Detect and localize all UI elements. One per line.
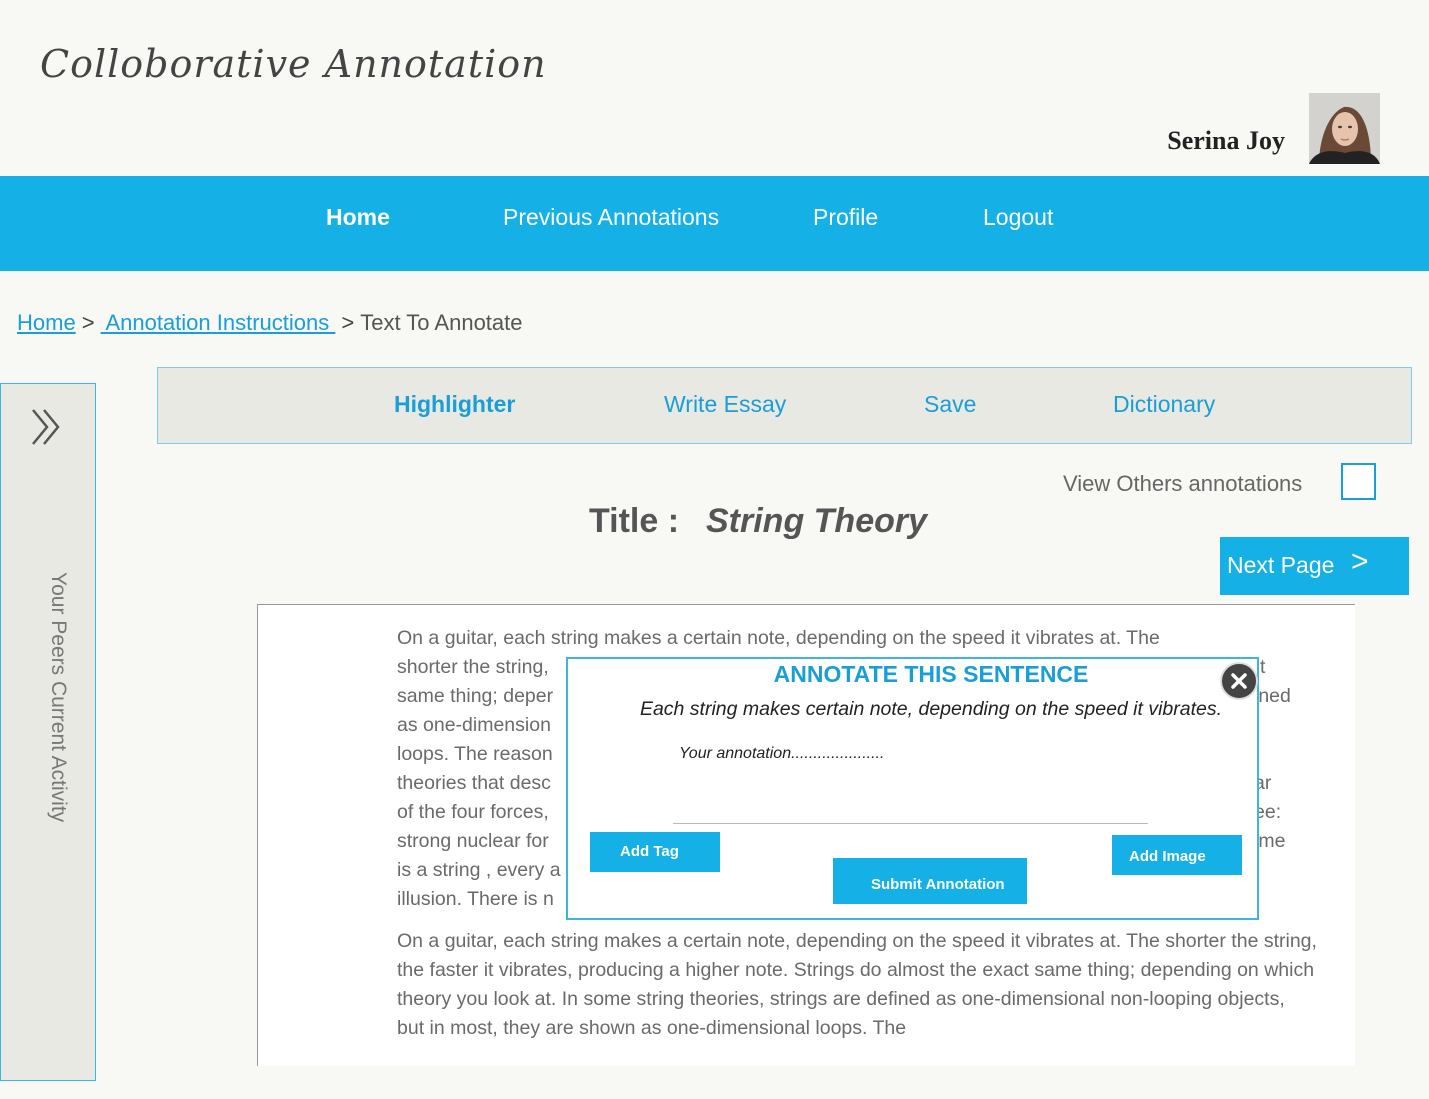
breadcrumb-home-link[interactable]: Home (17, 310, 76, 335)
document-title-label: Title : (589, 502, 680, 540)
user-name: Serina Joy (1167, 126, 1285, 155)
add-tag-button[interactable]: Add Tag (590, 832, 720, 872)
next-page-label: Next Page (1227, 552, 1335, 578)
nav-profile[interactable]: Profile (813, 204, 878, 231)
paragraph-2: On a guitar, each string makes a certain… (397, 930, 1317, 1039)
main-navbar: Home Previous Annotations Profile Logout (0, 176, 1429, 271)
app-title: Colloborative Annotation (40, 42, 547, 86)
nav-previous-annotations[interactable]: Previous Annotations (503, 204, 719, 231)
tool-save[interactable]: Save (924, 391, 976, 418)
nav-home[interactable]: Home (326, 204, 390, 231)
paragraph-line-tail: ime (1254, 830, 1286, 852)
add-image-button[interactable]: Add Image (1112, 835, 1242, 875)
nav-logout[interactable]: Logout (983, 204, 1053, 231)
annotation-input[interactable] (673, 740, 1148, 824)
view-others-label: View Others annotations (1063, 471, 1303, 496)
breadcrumb-instructions-link[interactable]: Annotation Instructions (101, 310, 336, 335)
selected-sentence: Each string makes certain note, dependin… (639, 698, 1223, 720)
next-page-button[interactable]: Next Page > (1220, 537, 1409, 595)
paragraph-line-tail: ar (1254, 772, 1272, 794)
breadcrumb: Home > Annotation Instructions > Text To A… (17, 310, 523, 336)
annotation-toolbar: Highlighter Write Essay Save Dictionary (157, 367, 1412, 444)
submit-annotation-button[interactable]: Submit Annotation (833, 858, 1027, 904)
tool-dictionary[interactable]: Dictionary (1113, 391, 1215, 418)
close-icon[interactable] (1220, 662, 1258, 700)
view-others-checkbox[interactable] (1341, 463, 1376, 500)
paragraph-line-tail (1254, 740, 1291, 769)
paragraph-line: On a guitar, each string makes a certain… (397, 627, 1160, 649)
peers-activity-label: Your Peers Current Activity (47, 572, 70, 823)
breadcrumb-separator: > (81, 310, 95, 335)
paragraph-line-tail: ee: (1254, 801, 1282, 823)
tool-write-essay[interactable]: Write Essay (664, 391, 786, 418)
breadcrumb-separator: > (341, 310, 355, 335)
avatar[interactable] (1309, 93, 1380, 164)
chevron-right-icon: > (1351, 545, 1369, 578)
document-title: String Theory (706, 502, 928, 540)
double-chevron-right-icon[interactable] (30, 407, 66, 447)
tool-highlighter[interactable]: Highlighter (394, 391, 515, 418)
breadcrumb-current: Text To Annotate (360, 310, 523, 335)
modal-title: ANNOTATE THIS SENTENCE (773, 661, 1089, 687)
